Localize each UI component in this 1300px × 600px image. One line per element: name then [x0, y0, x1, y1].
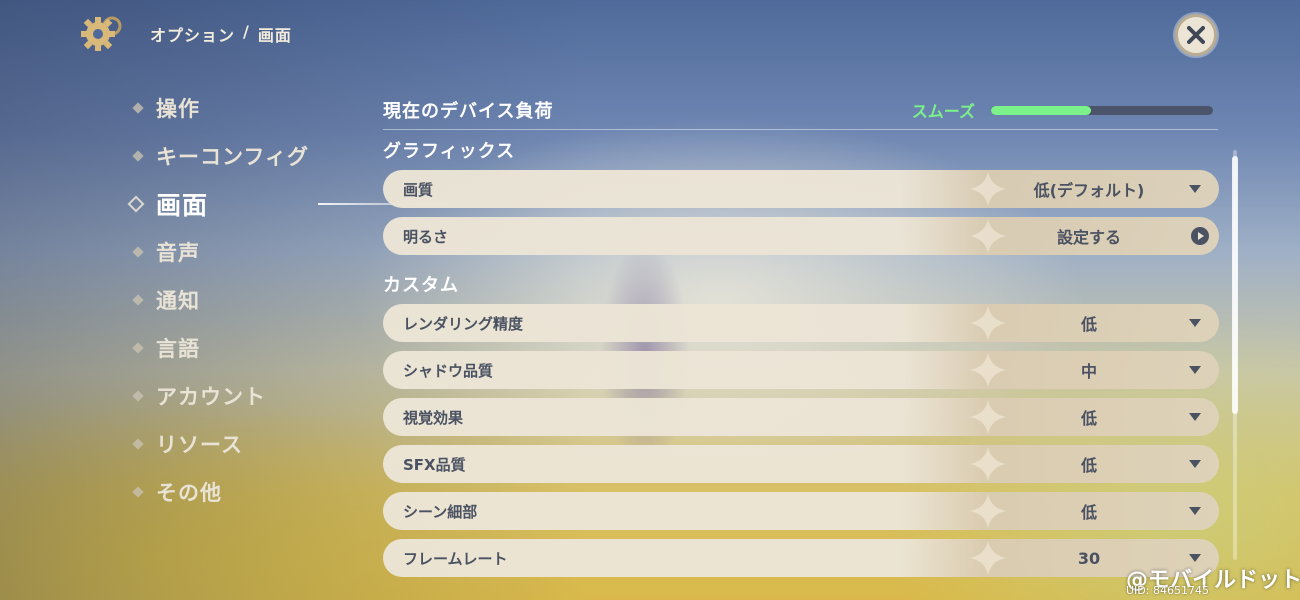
- setting-name: 画質: [403, 180, 434, 199]
- uid-label: UID: 84651745: [1126, 584, 1209, 597]
- options-sidebar: 操作 キーコンフィグ 画面 音声 通知 言語 アカウント リソース その他: [127, 84, 478, 516]
- setting-name: 視覚効果: [403, 408, 464, 427]
- setting-name: 明るさ: [403, 227, 449, 246]
- setting-row-sfx-quality[interactable]: SFX品質 低: [383, 445, 1219, 483]
- section-title-custom: カスタム: [383, 275, 459, 296]
- active-diamond-icon: [127, 195, 145, 213]
- close-button[interactable]: [1175, 14, 1217, 56]
- setting-value-dropdown[interactable]: 低(デフォルト): [989, 177, 1219, 201]
- dropdown-arrow-icon[interactable]: [1189, 507, 1201, 515]
- setting-row-visual-effects[interactable]: 視覚効果 低: [383, 398, 1219, 436]
- dropdown-arrow-icon[interactable]: [1189, 413, 1201, 421]
- setting-name: シャドウ品質: [403, 361, 494, 380]
- setting-value-dropdown[interactable]: 低: [989, 452, 1219, 476]
- breadcrumb-root: オプション: [150, 26, 236, 45]
- sidebar-item-label: その他: [156, 481, 222, 505]
- close-icon: [1187, 26, 1205, 44]
- setting-value-dropdown[interactable]: 低: [989, 311, 1219, 335]
- sidebar-item-label: 操作: [156, 97, 200, 121]
- device-load-label: 現在のデバイス負荷: [383, 101, 554, 122]
- diamond-bullet-icon: [132, 438, 144, 450]
- diamond-bullet-icon: [132, 294, 144, 306]
- setting-row-quality[interactable]: 画質 低(デフォルト): [383, 170, 1219, 208]
- sidebar-item-language[interactable]: 言語: [128, 324, 368, 372]
- device-load-status: スムーズ: [911, 102, 975, 121]
- breadcrumb: オプション / 画面: [150, 22, 292, 46]
- diamond-bullet-icon: [132, 246, 144, 258]
- setting-value-dropdown[interactable]: 低: [989, 499, 1219, 523]
- sidebar-item-label: 音声: [156, 241, 200, 265]
- device-load-bar-fill: [991, 105, 1091, 115]
- diamond-bullet-icon: [132, 102, 144, 114]
- scrollbar-thumb[interactable]: [1232, 156, 1238, 414]
- sidebar-item-label: 通知: [156, 289, 200, 313]
- page-header: オプション / 画面: [78, 12, 292, 56]
- device-load-row: 現在のデバイス負荷 スムーズ: [383, 92, 1223, 128]
- play-arrow-icon[interactable]: [1191, 227, 1209, 245]
- sidebar-item-key-config[interactable]: キーコンフィグ: [128, 132, 368, 180]
- setting-value-dropdown[interactable]: 低: [989, 405, 1219, 429]
- sidebar-item-label: 言語: [156, 337, 200, 361]
- setting-row-frame-rate[interactable]: フレームレート 30: [383, 539, 1219, 577]
- device-load-indicator: スムーズ: [912, 98, 1213, 122]
- device-load-bar: [991, 105, 1213, 115]
- diamond-bullet-icon: [132, 150, 144, 162]
- sidebar-item-label: キーコンフィグ: [156, 145, 309, 169]
- dropdown-arrow-icon[interactable]: [1189, 185, 1201, 193]
- sidebar-item-graphics[interactable]: 画面: [127, 180, 478, 228]
- diamond-bullet-icon: [132, 390, 144, 402]
- diamond-bullet-icon: [132, 342, 144, 354]
- sidebar-item-label: リソース: [156, 433, 243, 457]
- dropdown-arrow-icon[interactable]: [1189, 460, 1201, 468]
- setting-value-link[interactable]: 設定する: [989, 224, 1219, 248]
- dropdown-arrow-icon[interactable]: [1189, 554, 1201, 562]
- sidebar-item-resources[interactable]: リソース: [128, 420, 368, 468]
- dropdown-arrow-icon[interactable]: [1189, 319, 1201, 327]
- setting-row-scene-detail[interactable]: シーン細部 低: [383, 492, 1219, 530]
- sidebar-item-controls[interactable]: 操作: [128, 84, 368, 132]
- settings-panel: 現在のデバイス負荷 スムーズ グラフィックス 画質 低(デフォルト) 明るさ 設…: [383, 92, 1223, 586]
- section-title-graphics: グラフィックス: [383, 141, 516, 162]
- setting-name: フレームレート: [403, 549, 508, 568]
- setting-name: SFX品質: [403, 455, 466, 474]
- dropdown-arrow-icon[interactable]: [1189, 366, 1201, 374]
- gear-icon: [78, 12, 122, 56]
- sidebar-item-other[interactable]: その他: [128, 468, 368, 516]
- breadcrumb-current: 画面: [257, 26, 292, 45]
- breadcrumb-separator: /: [243, 22, 250, 41]
- setting-row-shadow-quality[interactable]: シャドウ品質 中: [383, 351, 1219, 389]
- sidebar-item-audio[interactable]: 音声: [128, 228, 368, 276]
- sidebar-item-notifications[interactable]: 通知: [128, 276, 368, 324]
- setting-row-brightness[interactable]: 明るさ 設定する: [383, 217, 1219, 255]
- setting-value-dropdown[interactable]: 中: [989, 358, 1219, 382]
- sidebar-item-label: 画面: [156, 191, 209, 220]
- setting-row-render-resolution[interactable]: レンダリング精度 低: [383, 304, 1219, 342]
- setting-name: シーン細部: [403, 502, 478, 521]
- diamond-bullet-icon: [132, 486, 144, 498]
- setting-name: レンダリング精度: [403, 314, 524, 333]
- sidebar-item-label: アカウント: [156, 385, 266, 409]
- sidebar-item-account[interactable]: アカウント: [128, 372, 368, 420]
